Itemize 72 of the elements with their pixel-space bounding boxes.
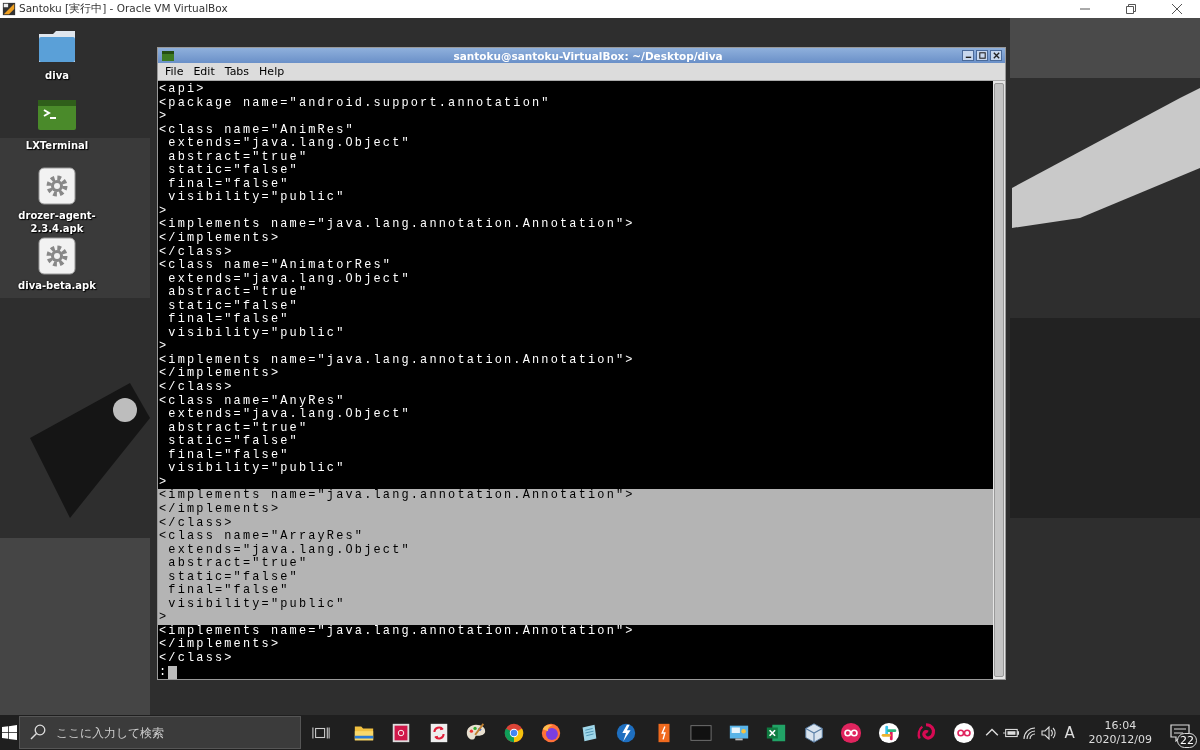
gear-icon[interactable] <box>37 166 77 206</box>
terminal-line: <class name="AnimRes" <box>158 123 356 137</box>
terminal-line: abstract="true" <box>167 421 310 435</box>
search-icon <box>29 724 46 740</box>
terminal-line: static="false" <box>167 299 300 313</box>
terminal-line: visibility="public" <box>167 462 347 476</box>
terminal-line: <implements name="java.lang.annotation.Annotation"> <box>158 353 636 367</box>
window-title: Santoku [実行中] - Oracle VM VirtualBox <box>19 2 229 16</box>
terminal-line: </implements> <box>158 367 282 381</box>
terminal-icon <box>162 49 174 62</box>
desktop-icon-label[interactable]: LXTerminal <box>9 139 105 152</box>
terminal-line: abstract="true" <box>167 150 310 164</box>
menu-item[interactable]: File <box>160 65 189 78</box>
text-cursor <box>168 665 178 679</box>
terminal-line: <class name="AnyRes" <box>158 394 347 408</box>
terminal-line: > <box>158 204 170 218</box>
maximize-icon <box>977 51 987 60</box>
clock-date: 2020/12/09 <box>1088 732 1152 747</box>
search-field[interactable]: ここに入力して検索 <box>18 716 301 749</box>
twin-ring-icon <box>840 721 863 744</box>
maximize-button[interactable] <box>976 50 988 61</box>
terminal-line: </class> <box>158 245 235 259</box>
terminal-line: </class> <box>158 651 235 666</box>
terminal-line: > <box>158 340 170 354</box>
menu-item[interactable]: Help <box>254 65 290 78</box>
terminal-line: extends="java.lang.Object" <box>167 408 412 422</box>
app-icon <box>2 2 16 16</box>
window-title: santoku@santoku-VirtualBox: ~/Desktop/diva <box>452 49 724 62</box>
desktop-icon-label[interactable]: diva-beta.apk <box>9 279 105 292</box>
twin-ring-icon <box>952 721 975 744</box>
clock[interactable]: 16:04 2020/12/09 <box>1080 715 1160 750</box>
ring-logo-icon <box>502 721 525 744</box>
menu-item[interactable]: Tabs <box>219 65 255 78</box>
menu-item[interactable]: Edit <box>188 65 220 78</box>
terminal-line: visibility="public" <box>167 326 347 341</box>
terminal-line: <package name="android.support.annotation" <box>158 96 552 111</box>
restore-icon <box>1126 4 1136 14</box>
terminal-line: <class name="AnimatorRes" <box>158 259 394 273</box>
pager-prompt: : <box>159 665 169 679</box>
terminal-line: final="false" <box>167 313 291 327</box>
terminal-line: static="false" <box>167 164 300 178</box>
desktop-icon-label[interactable]: drozer-agent-2.3.4.apk <box>9 209 105 235</box>
minimize-button[interactable] <box>962 50 974 61</box>
terminal-line: visibility="public" <box>167 191 347 205</box>
flame-globe-icon <box>540 721 563 744</box>
terminal-line: </class> <box>158 381 235 395</box>
windows-logo-icon <box>1 725 17 740</box>
terminal-line: <api> <box>158 83 207 97</box>
terminal-line: extends="java.lang.Object" <box>167 272 412 286</box>
terminal-line: extends="java.lang.Object" <box>167 137 412 151</box>
gear-icon[interactable] <box>37 236 77 276</box>
cube-icon <box>802 721 825 744</box>
notification-count: 22 <box>1177 733 1197 748</box>
input-method-button[interactable]: A <box>1058 715 1081 750</box>
terminal-line: final="false" <box>167 448 291 462</box>
close-icon <box>1172 4 1182 14</box>
lightning-icon <box>615 721 638 744</box>
volume-icon[interactable] <box>1041 725 1058 740</box>
terminal-line: </implements> <box>158 232 282 246</box>
close-icon <box>991 51 1001 60</box>
terminal-line: > <box>158 475 170 489</box>
clock-time: 16:04 <box>1104 718 1137 733</box>
terminal-line: final="false" <box>167 177 291 191</box>
close-button[interactable] <box>990 50 1002 61</box>
terminal-line: <implements name="java.lang.annotation.Annotation"> <box>158 218 636 232</box>
hash-logo-icon <box>877 721 900 744</box>
terminal-line: static="false" <box>167 435 300 449</box>
desktop-icon-label[interactable]: diva <box>9 69 105 82</box>
terminal-line: > <box>158 110 170 124</box>
terminal-line: <implements name="java.lang.annotation.Annotation"> <box>158 624 636 638</box>
terminal-line: </implements> <box>158 638 282 652</box>
terminal-line: abstract="true" <box>167 286 310 300</box>
